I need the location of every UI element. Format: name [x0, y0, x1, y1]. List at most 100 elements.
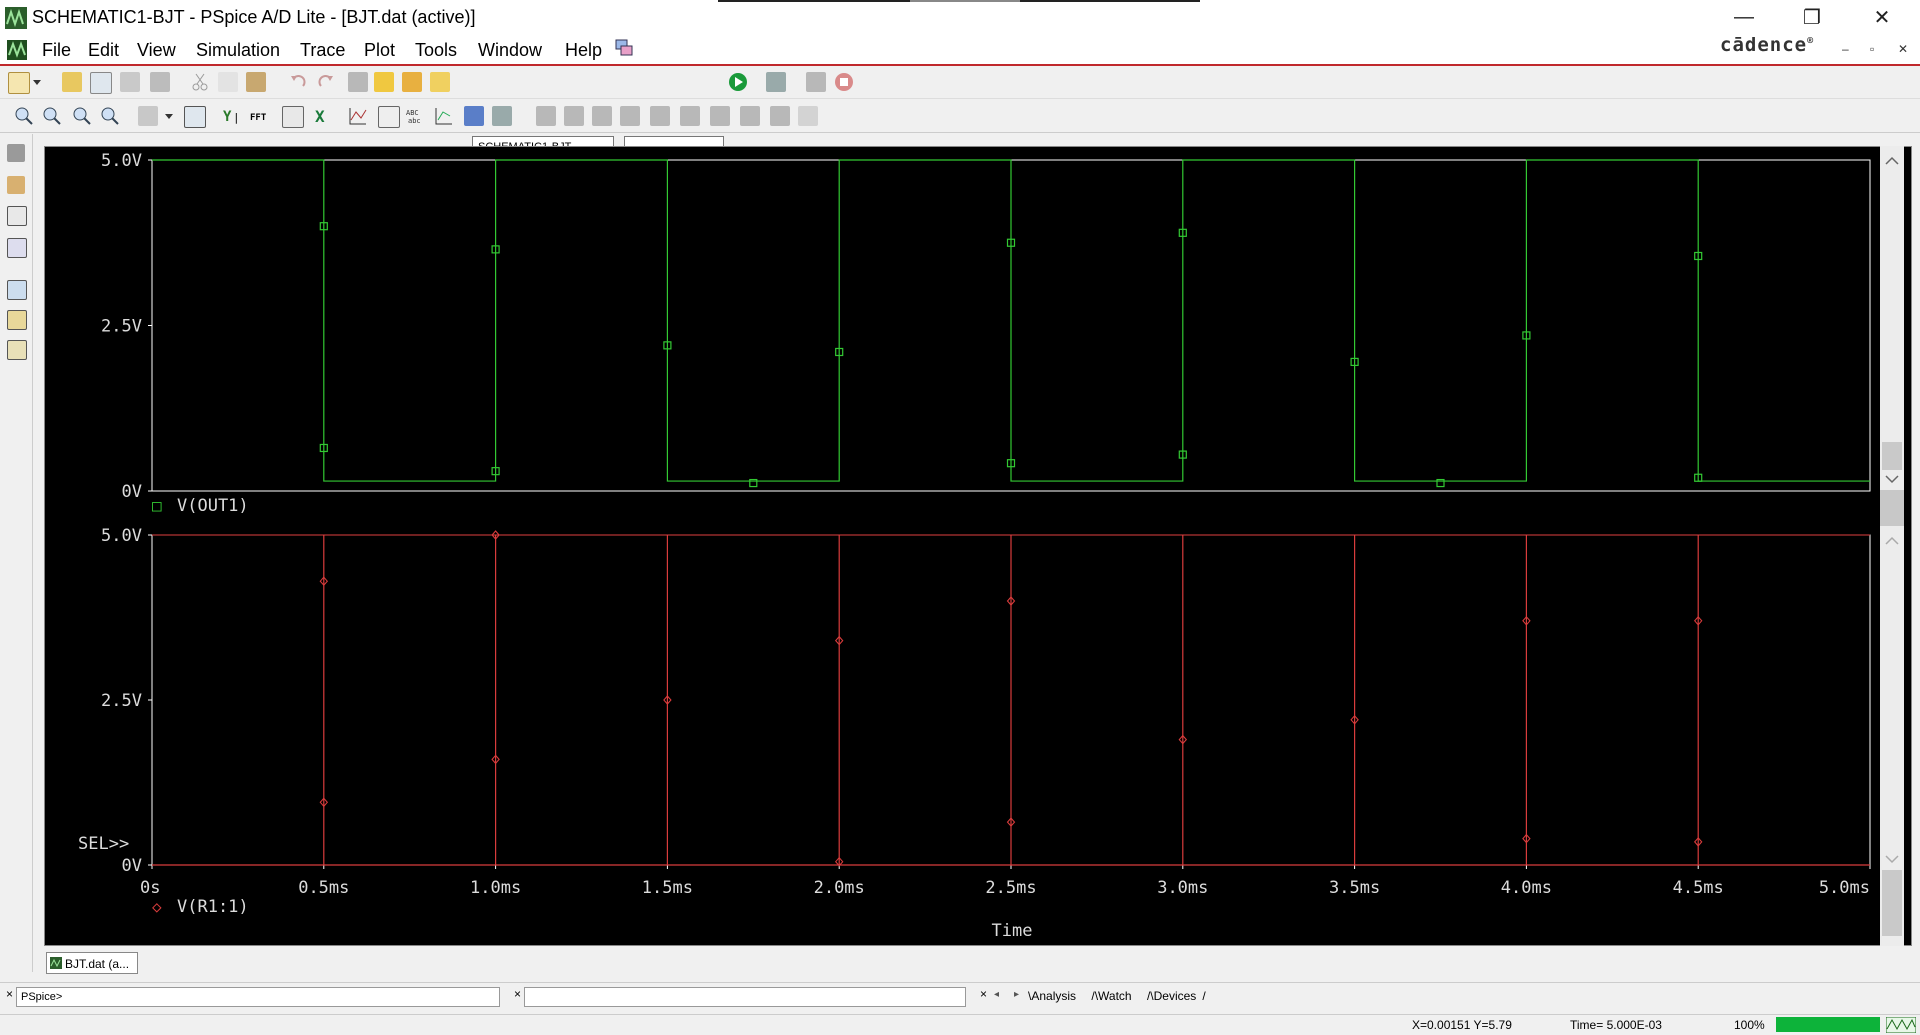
- menu-file[interactable]: File: [42, 40, 71, 61]
- mark-label-icon[interactable]: [402, 72, 422, 92]
- menu-view[interactable]: View: [137, 40, 176, 61]
- add-plot-icon[interactable]: [348, 106, 368, 126]
- cascade-windows-icon[interactable]: [614, 38, 634, 58]
- tab-devices[interactable]: /\Devices /: [1147, 989, 1206, 1003]
- message-icon[interactable]: [7, 144, 25, 162]
- axis-dropdown-icon[interactable]: [164, 106, 174, 126]
- new-dropdown-icon[interactable]: [32, 72, 42, 92]
- status-bar: X=0.00151 Y=5.79 Time= 5.000E-03 100%: [0, 1014, 1920, 1035]
- menu-help[interactable]: Help: [565, 40, 602, 61]
- notes-icon[interactable]: [7, 340, 27, 360]
- undo-icon[interactable]: [288, 72, 308, 92]
- document-icon[interactable]: [6, 39, 28, 61]
- lower-trace-label[interactable]: V(R1:1): [177, 897, 249, 917]
- mdi-restore-button[interactable]: ▫: [1870, 42, 1874, 56]
- previous-transition-icon[interactable]: [770, 106, 790, 126]
- mdi-close-button[interactable]: ✕: [1898, 42, 1908, 56]
- close-button[interactable]: ✕: [1852, 0, 1912, 34]
- cursor-search-icon[interactable]: [710, 106, 730, 126]
- open-simulation-icon[interactable]: [90, 72, 112, 94]
- lower-scroll-up-arrow-icon[interactable]: [1885, 536, 1899, 545]
- lower-scroll-down-arrow-icon[interactable]: [1885, 855, 1899, 864]
- open-folder-icon[interactable]: [62, 72, 82, 92]
- stop-simulation-icon[interactable]: [834, 72, 854, 92]
- probe-window-icon[interactable]: [7, 238, 27, 258]
- output-panel[interactable]: [524, 987, 966, 1007]
- bookmark-icon[interactable]: [348, 72, 368, 92]
- tab-scroll-right-icon[interactable]: ▸: [1014, 989, 1019, 1000]
- restore-button[interactable]: ❐: [1782, 0, 1842, 34]
- waveform-plot[interactable]: 5.0V 2.5V 0V 5.0V 2.5V 0V 0s 0.5ms 1.0ms 1.5ms 2…: [45, 147, 1911, 945]
- log-y-axis-icon[interactable]: [184, 106, 206, 128]
- minimize-button[interactable]: —: [1714, 0, 1774, 34]
- tab-scroll-left-icon[interactable]: ◂: [994, 989, 999, 1000]
- pause-icon[interactable]: [806, 72, 826, 92]
- label-text-icon[interactable]: ABC abc: [406, 106, 426, 126]
- tab-analysis[interactable]: \Analysis: [1028, 989, 1082, 1003]
- trace-properties-icon[interactable]: [7, 280, 27, 300]
- command-panel-close-icon[interactable]: ×: [6, 987, 13, 1001]
- upper-scroll-thumb[interactable]: [1882, 442, 1902, 470]
- log-x-axis-icon[interactable]: [138, 106, 158, 126]
- pspice-app-icon[interactable]: [4, 6, 28, 30]
- upper-trace-label[interactable]: V(OUT1): [177, 496, 249, 516]
- paste-icon[interactable]: [246, 72, 266, 92]
- trace-v-r1-1[interactable]: [152, 535, 1870, 866]
- waveform-plot-window[interactable]: 5.0V 2.5V 0V 5.0V 2.5V 0V 0s 0.5ms 1.0ms 1.5ms 2…: [44, 146, 1912, 946]
- menu-trace[interactable]: Trace: [300, 40, 345, 61]
- cut-icon[interactable]: [190, 72, 210, 92]
- simulation-output-icon[interactable]: [7, 176, 25, 194]
- zoom-fit-icon[interactable]: [100, 106, 120, 126]
- mark-data-icon[interactable]: [374, 72, 394, 92]
- lower-scroll-thumb[interactable]: [1882, 870, 1902, 936]
- scroll-up-arrow-icon[interactable]: [1885, 156, 1899, 165]
- excel-export-icon[interactable]: X: [312, 106, 332, 126]
- cursor-plot-icon[interactable]: [434, 106, 454, 126]
- edit-profile-icon[interactable]: [7, 310, 27, 330]
- mdi-minimize-button[interactable]: –: [1842, 42, 1849, 56]
- zoom-area-icon[interactable]: [72, 106, 92, 126]
- menu-simulation[interactable]: Simulation: [196, 40, 280, 61]
- add-y-axis-icon[interactable]: [378, 106, 400, 128]
- plot-vertical-scrollbar[interactable]: [1880, 146, 1904, 946]
- fft-icon[interactable]: FFT: [250, 106, 270, 126]
- upper-y-tick-label: 2.5V: [101, 317, 142, 337]
- mark-point-icon[interactable]: [430, 72, 450, 92]
- view-simulation-results-icon[interactable]: [766, 72, 786, 92]
- print-icon[interactable]: [150, 72, 170, 92]
- zoom-in-icon[interactable]: [14, 106, 34, 126]
- document-tab-bjt-dat[interactable]: BJT.dat (a...: [46, 952, 138, 974]
- menu-tools[interactable]: Tools: [415, 40, 457, 61]
- grid-icon[interactable]: [492, 106, 512, 126]
- trace-v-out1[interactable]: [152, 159, 1870, 482]
- simulation-panel-close-icon[interactable]: ×: [980, 987, 987, 1001]
- scroll-down-arrow-icon[interactable]: [1885, 475, 1899, 484]
- tab-watch[interactable]: /\Watch: [1091, 989, 1137, 1003]
- cursor-trough-icon[interactable]: [564, 106, 584, 126]
- output-panel-close-icon[interactable]: ×: [514, 987, 521, 1001]
- mark-label-plot-icon[interactable]: [798, 106, 818, 126]
- cursor-max-icon[interactable]: [650, 106, 670, 126]
- menu-window[interactable]: Window: [478, 40, 542, 61]
- redo-icon[interactable]: [316, 72, 336, 92]
- performance-analysis-icon[interactable]: [282, 106, 304, 128]
- svg-text:ABC: ABC: [406, 109, 419, 117]
- menu-plot[interactable]: Plot: [364, 40, 395, 61]
- new-file-icon[interactable]: [8, 72, 30, 94]
- save-icon[interactable]: [120, 72, 140, 92]
- window-title: SCHEMATIC1-BJT - PSpice A/D Lite - [BJT.…: [32, 7, 476, 27]
- add-trace-icon[interactable]: Y |: [222, 106, 242, 126]
- cursor-min-icon[interactable]: [620, 106, 640, 126]
- cursor-point-icon[interactable]: [680, 106, 700, 126]
- cursor-slope-icon[interactable]: [592, 106, 612, 126]
- next-transition-icon[interactable]: [740, 106, 760, 126]
- run-simulation-icon[interactable]: [728, 72, 748, 92]
- zoom-out-icon[interactable]: [42, 106, 62, 126]
- copy-icon[interactable]: [218, 72, 238, 92]
- toggle-cursor-icon[interactable]: [464, 106, 484, 126]
- svg-text:|: |: [233, 111, 240, 124]
- command-input[interactable]: PSpice>: [16, 987, 500, 1007]
- cursor-peak-icon[interactable]: [536, 106, 556, 126]
- menu-edit[interactable]: Edit: [88, 40, 119, 61]
- view-netlist-icon[interactable]: [7, 206, 27, 226]
